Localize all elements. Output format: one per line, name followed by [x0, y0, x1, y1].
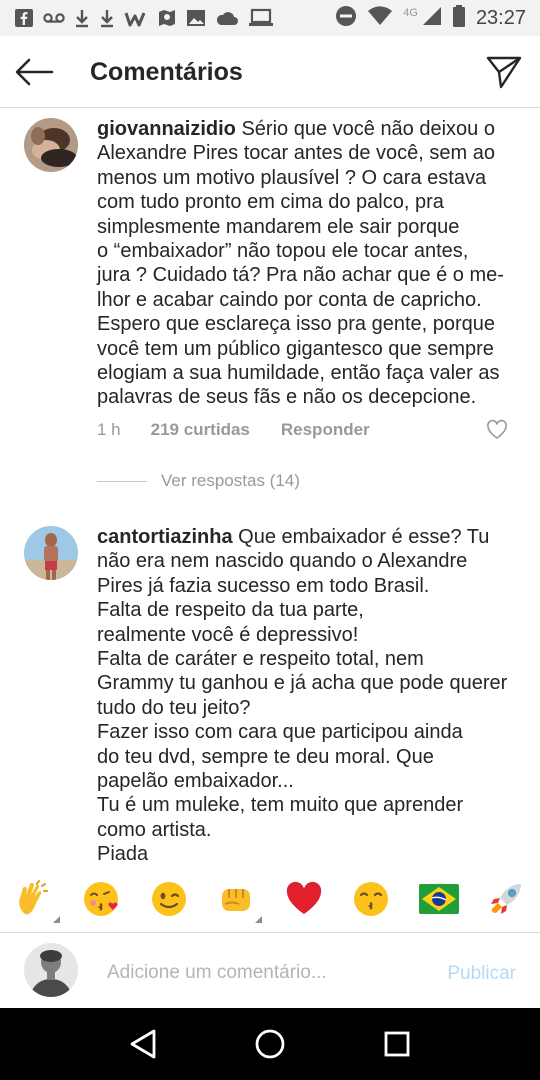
red-heart-icon	[286, 881, 321, 914]
comment-composer: Publicar	[0, 932, 540, 1008]
comment-username[interactable]: giovannaizidio	[97, 118, 236, 140]
status-bar: 4G 23:27	[0, 0, 540, 36]
image-icon	[186, 8, 206, 28]
back-button[interactable]	[14, 54, 54, 90]
brazil-flag-emoji-button[interactable]	[418, 879, 459, 919]
view-replies-label: Ver respostas (14)	[161, 471, 300, 490]
oncoming-fist-icon	[222, 889, 251, 911]
w-app-icon	[124, 8, 148, 28]
download-icon	[99, 8, 115, 28]
winking-face-emoji-button[interactable]	[149, 879, 189, 919]
circle-home-icon	[255, 1029, 285, 1059]
current-user-avatar	[24, 943, 78, 997]
triangle-back-icon	[130, 1029, 156, 1059]
avatar[interactable]	[24, 118, 78, 172]
cloud-icon	[215, 8, 239, 28]
do-not-disturb-icon	[335, 5, 357, 32]
red-heart-emoji-button[interactable]	[284, 879, 324, 919]
likes-count[interactable]: 219 curtidas	[151, 420, 250, 440]
system-icons: 4G 23:27	[335, 4, 526, 32]
face-blowing-kiss-icon	[84, 882, 119, 916]
page-title: Comentários	[90, 58, 243, 86]
skin-tone-indicator	[255, 916, 263, 923]
battery-icon	[452, 4, 466, 32]
avatar[interactable]	[24, 526, 78, 580]
heart-icon	[487, 419, 507, 439]
map-icon	[157, 8, 177, 28]
winking-face-icon	[151, 882, 186, 916]
kissing-face-icon	[354, 882, 389, 916]
download-icon	[74, 8, 90, 28]
brazil-flag-icon	[418, 884, 459, 914]
reply-button[interactable]: Responder	[281, 420, 370, 440]
voicemail-icon	[43, 8, 65, 28]
system-navigation-bar	[0, 1008, 540, 1080]
clock: 23:27	[475, 6, 526, 29]
network-type: 4G	[403, 7, 418, 19]
comment-text: Que embaixador é esse? Tu não era nem na…	[97, 526, 508, 866]
publish-button[interactable]: Publicar	[447, 963, 516, 985]
view-replies-button[interactable]: Ver respostas (14)	[97, 471, 300, 491]
kissing-face-emoji-button[interactable]	[351, 879, 391, 919]
square-recents-icon	[384, 1031, 410, 1057]
facebook-icon	[14, 8, 34, 28]
skin-tone-indicator	[53, 916, 60, 923]
like-button[interactable]	[486, 419, 508, 441]
wifi-icon	[367, 5, 393, 31]
clapping-hands-icon	[19, 880, 48, 915]
comment-username[interactable]: cantortiazinha	[97, 526, 233, 548]
comment-body: giovannaizidio Sério que você não deixou…	[97, 117, 529, 410]
notification-icons	[14, 8, 274, 28]
nav-back-button[interactable]	[123, 1024, 163, 1064]
comment-input[interactable]	[107, 959, 417, 987]
laptop-icon	[248, 8, 274, 28]
replies-divider	[97, 480, 147, 482]
face-blowing-kiss-emoji-button[interactable]	[81, 879, 121, 919]
comment-body: cantortiazinha Que embaixador é esse? Tu…	[97, 525, 529, 867]
send-icon	[486, 56, 522, 89]
comment-text: Sério que você não deixou o Alexandre Pi…	[97, 118, 504, 409]
comment-time: 1 h	[97, 420, 121, 439]
comment-meta: 1 h 219 curtidas Responder	[97, 420, 370, 440]
nav-recents-button[interactable]	[377, 1024, 417, 1064]
rocket-icon	[490, 884, 521, 914]
nav-home-button[interactable]	[250, 1024, 290, 1064]
arrow-left-icon	[15, 58, 54, 86]
rocket-emoji-button[interactable]	[486, 879, 526, 919]
oncoming-fist-emoji-button[interactable]	[216, 879, 263, 923]
signal-icon	[422, 6, 442, 31]
emoji-quick-bar	[0, 868, 540, 930]
comments-list[interactable]: giovannaizidio Sério que você não deixou…	[0, 108, 540, 870]
app-header: Comentários	[0, 36, 540, 108]
share-button[interactable]	[484, 52, 524, 92]
clapping-hands-emoji-button[interactable]	[14, 879, 60, 923]
